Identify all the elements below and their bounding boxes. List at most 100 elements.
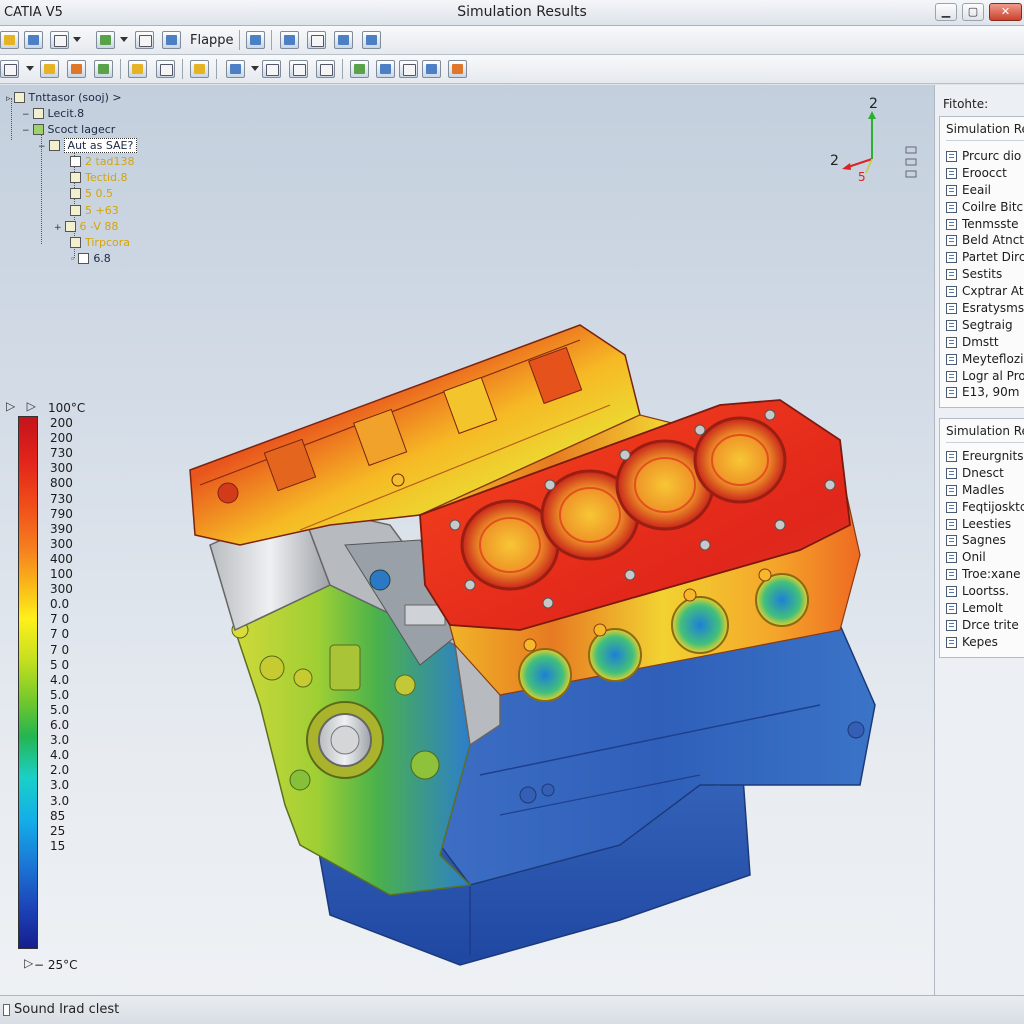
- document-icon: [946, 387, 957, 399]
- result-list-item[interactable]: Sagnes: [946, 533, 1024, 550]
- cursor-icon[interactable]: [128, 60, 147, 78]
- axis-icon[interactable]: [226, 60, 245, 78]
- close-button[interactable]: ✕: [989, 3, 1022, 21]
- result-list-label: Troe:xane: [962, 567, 1021, 582]
- result-list-item[interactable]: Dnesct: [946, 466, 1024, 483]
- result-list-label: Cxptrar At: [962, 284, 1024, 299]
- result-list-item[interactable]: Loortss.: [946, 584, 1024, 601]
- chevron-down-icon[interactable]: [73, 37, 81, 42]
- triangle-right-icon: ▷ ▷: [6, 399, 36, 413]
- document-icon: [946, 586, 957, 598]
- result-list-item[interactable]: Kepes: [946, 635, 1024, 652]
- panel-header: Fitohte:: [943, 97, 989, 111]
- result-list-label: Leesties: [962, 516, 1012, 531]
- document-icon[interactable]: [0, 60, 19, 78]
- result-list-item[interactable]: Eeail: [946, 183, 1024, 200]
- legend-tick-label: 7 0: [50, 627, 70, 642]
- select-icon[interactable]: [246, 31, 265, 49]
- result-list-label: Segtraig: [962, 317, 1013, 332]
- lock-icon[interactable]: [362, 31, 381, 49]
- assembly-icon[interactable]: [94, 60, 113, 78]
- result-list-item[interactable]: Troe:xane: [946, 567, 1024, 584]
- result-list-label: Kepes: [962, 634, 998, 649]
- status-bar: Sound Irad clest: [0, 995, 1024, 1024]
- result-list-item[interactable]: Prcurc dio: [946, 149, 1024, 166]
- minimize-button[interactable]: ▁: [935, 3, 957, 21]
- pencil-icon[interactable]: [156, 60, 175, 78]
- fit-icon[interactable]: [376, 60, 395, 78]
- engine-block-model[interactable]: [0, 85, 934, 995]
- report-icon[interactable]: [135, 31, 154, 49]
- status-text: Sound Irad clest: [14, 1002, 120, 1017]
- result-list-item[interactable]: Beld Atnct: [946, 233, 1024, 250]
- result-list-label: Logr al Pro: [962, 368, 1024, 383]
- result-list-item[interactable]: Onil: [946, 550, 1024, 567]
- result-list-label: Esratysms: [962, 301, 1024, 316]
- simulation-results-box: Simulation Results Ereurgnits Dnesct Madle…: [939, 418, 1024, 658]
- result-list-item[interactable]: Drce trite: [946, 618, 1024, 635]
- result-list-item[interactable]: Madles: [946, 483, 1024, 500]
- result-list-label: Dnesct: [962, 465, 1004, 480]
- legend-tick-label: 5.0: [50, 687, 70, 702]
- arrow-icon[interactable]: [399, 60, 418, 78]
- legend-tick-label: 15: [50, 838, 66, 853]
- copy-icon[interactable]: [280, 31, 299, 49]
- table-icon[interactable]: [190, 60, 209, 78]
- legend-tick-label: 25: [50, 823, 66, 838]
- result-list-item[interactable]: Cxptrar At: [946, 284, 1024, 301]
- document-icon: [946, 319, 957, 331]
- measure-icon[interactable]: [262, 60, 281, 78]
- result-list-item[interactable]: Sestits: [946, 267, 1024, 284]
- open-folder-icon[interactable]: [0, 31, 19, 49]
- bookmark-icon[interactable]: [67, 60, 86, 78]
- result-list-item[interactable]: E13, 90m: [946, 385, 1024, 402]
- result-list: Prcurc dio Eroocct Eeail Coilre Bitc Tenmsst…: [946, 149, 1024, 402]
- sheet-icon[interactable]: [422, 60, 441, 78]
- duplicate-icon[interactable]: [334, 31, 353, 49]
- result-list-item[interactable]: Logr al Pro: [946, 369, 1024, 386]
- mesh-icon[interactable]: [96, 31, 115, 49]
- document-icon: [946, 353, 957, 365]
- legend-tick-label: 200: [50, 431, 73, 446]
- result-list-item[interactable]: Lemolt: [946, 601, 1024, 618]
- result-list-item[interactable]: Feqtijosktc: [946, 500, 1024, 517]
- result-list-item[interactable]: Dmstt: [946, 335, 1024, 352]
- maximize-button[interactable]: ▢: [962, 3, 984, 21]
- result-list-item[interactable]: Partet Dirc: [946, 250, 1024, 267]
- chevron-down-icon[interactable]: [26, 66, 34, 71]
- document-icon: [946, 636, 957, 648]
- result-list-item[interactable]: Leesties: [946, 517, 1024, 534]
- save-icon[interactable]: [40, 60, 59, 78]
- legend-tick-label: 0.0: [50, 597, 70, 612]
- result-list-label: Feqtijosktc: [962, 499, 1024, 514]
- document-icon: [946, 167, 957, 179]
- result-list-item[interactable]: Coilre Bitc: [946, 200, 1024, 217]
- constraint-icon[interactable]: [350, 60, 369, 78]
- result-list-item[interactable]: Segtraig: [946, 318, 1024, 335]
- toolbar-divider: [271, 30, 272, 50]
- chevron-down-icon[interactable]: [251, 66, 259, 71]
- flappe-label[interactable]: Flappe: [190, 33, 234, 48]
- pin-icon[interactable]: [24, 31, 43, 49]
- folder-icon[interactable]: [289, 60, 308, 78]
- result-list-item[interactable]: Tenmsste: [946, 217, 1024, 234]
- 3d-viewport[interactable]: ▹ Tnttasor (sooj) > − Lecit.8 − Scoct lagec…: [0, 85, 934, 995]
- result-list-label: Drce trite: [962, 617, 1019, 632]
- simulation-results-box: Simulation Results Prcurc dio Eroocct Eeai…: [939, 116, 1024, 408]
- result-list-item[interactable]: Eroocct: [946, 166, 1024, 183]
- result-list-label: Beld Atnct: [962, 233, 1024, 248]
- list-icon[interactable]: [307, 31, 326, 49]
- result-list-item[interactable]: Esratysms: [946, 301, 1024, 318]
- legend-tick-label: 200: [50, 416, 73, 430]
- link-icon[interactable]: [316, 60, 335, 78]
- legend-tick-label: 800: [50, 476, 73, 491]
- result-list-item[interactable]: Ereurgnits: [946, 449, 1024, 466]
- legend-min-label: − 25°C: [34, 958, 78, 972]
- toolbar-divider: [342, 59, 343, 79]
- chevron-down-icon[interactable]: [120, 37, 128, 42]
- upload-icon[interactable]: [50, 31, 69, 49]
- legend-tick-label: 2.0: [50, 763, 70, 778]
- export-icon[interactable]: [448, 60, 467, 78]
- flap-icon[interactable]: [162, 31, 181, 49]
- result-list-item[interactable]: Meyteflozi: [946, 352, 1024, 369]
